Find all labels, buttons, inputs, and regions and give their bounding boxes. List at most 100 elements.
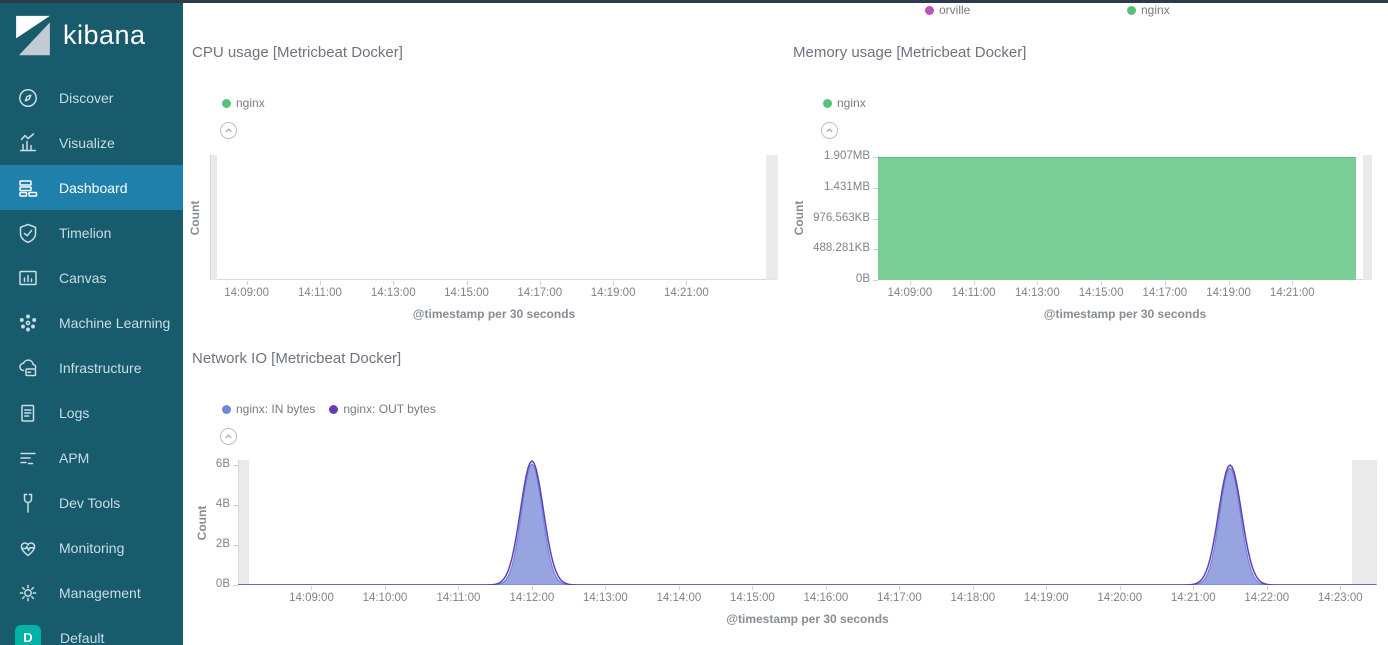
ml-dots-icon [16,311,40,335]
dashboard-icon [16,176,40,200]
x-tick-mark [393,281,394,285]
legend-item-nginx[interactable]: nginx [823,96,866,110]
x-tick-mark [1193,586,1194,590]
legend-item-nginx-out-bytes[interactable]: nginx: OUT bytes [329,402,435,416]
y-tick-mark [233,505,238,506]
x-tick-mark [686,281,687,285]
x-tick-label: 14:21:00 [1161,592,1225,606]
x-tick-label: 14:19:00 [1014,592,1078,606]
y-tick-mark [233,545,238,546]
x-tick-mark [1046,586,1047,590]
x-tick-mark [1037,281,1038,285]
y-tick-mark [233,585,238,586]
legend-label: nginx [837,96,866,110]
sidebar-item-visualize[interactable]: Visualize [0,120,183,165]
x-tick-mark [532,586,533,590]
legend-item-orville[interactable]: orville [925,3,970,17]
panel-title-network: Network IO [Metricbeat Docker] [192,350,401,367]
x-tick-label: 14:21:00 [654,287,718,301]
sidebar-item-dev-tools[interactable]: Dev Tools [0,480,183,525]
x-tick-mark [973,586,974,590]
legend-label: nginx: OUT bytes [343,402,435,416]
legend-item-nginx-in-bytes[interactable]: nginx: IN bytes [222,402,315,416]
sidebar-item-discover[interactable]: Discover [0,75,183,120]
sidebar-item-dashboard[interactable]: Dashboard [0,165,183,210]
x-tick-mark [752,586,753,590]
y-tick-label: 976.563KB [792,212,870,226]
x-tick-mark [320,281,321,285]
sidebar-item-label: Canvas [59,270,106,286]
legend-label: nginx [236,96,265,110]
y-axis-title: Count [195,473,213,573]
x-tick-mark [540,281,541,285]
sidebar-item-label: Monitoring [59,540,124,556]
x-tick-mark [910,281,911,285]
sidebar-item-machine-learning[interactable]: Machine Learning [0,300,183,345]
sidebar-item-monitoring[interactable]: Monitoring [0,525,183,570]
x-tick-label: 14:11:00 [426,592,490,606]
legend-dot [1127,6,1136,15]
x-tick-mark [467,281,468,285]
x-tick-label: 14:09:00 [215,287,279,301]
wrench-icon [16,491,40,515]
sidebar-item-infrastructure[interactable]: Infrastructure [0,345,183,390]
endzone [1363,155,1372,280]
x-tick-mark [1101,281,1102,285]
legend-dot [222,99,231,108]
sidebar-item-management[interactable]: Management [0,570,183,615]
x-tick-mark [311,586,312,590]
sidebar-item-label: Dev Tools [59,495,120,511]
x-tick-mark [385,586,386,590]
sidebar-item-canvas[interactable]: Canvas [0,255,183,300]
legend-item-nginx[interactable]: nginx [222,96,265,110]
legend-collapse-toggle[interactable] [220,428,237,445]
x-tick-label: 14:17:00 [508,287,572,301]
chevron-up-icon [223,125,234,136]
x-tick-label: 14:17:00 [867,592,931,606]
x-axis-title: @timestamp per 30 seconds [658,612,958,628]
x-tick-mark [1340,586,1341,590]
legend-label: nginx: IN bytes [236,402,315,416]
legend-dot [222,405,231,414]
sidebar-item-label: Timelion [59,225,111,241]
x-tick-mark [899,586,900,590]
legend-label: orville [939,3,970,17]
sidebar-item-timelion[interactable]: Timelion [0,210,183,255]
x-tick-mark [458,586,459,590]
chevron-up-icon [824,125,835,136]
x-tick-label: 14:15:00 [1069,287,1133,301]
x-tick-label: 14:16:00 [794,592,858,606]
legend-collapse-toggle[interactable] [821,122,838,139]
x-tick-mark [613,281,614,285]
y-tick-label: 1.907MB [792,150,870,164]
legend-item-nginx[interactable]: nginx [1127,3,1170,17]
cpu-plot[interactable] [210,155,778,280]
x-tick-label: 14:18:00 [941,592,1005,606]
sidebar-item-logs[interactable]: Logs [0,390,183,435]
sidebar-item-label: Dashboard [59,180,128,196]
x-tick-label: 14:19:00 [581,287,645,301]
legend-dot [329,405,338,414]
x-tick-mark [974,281,975,285]
endzone [766,155,778,280]
sidebar-item-apm[interactable]: APM [0,435,183,480]
x-axis-title: @timestamp per 30 seconds [975,307,1275,323]
sidebar-item-label: Machine Learning [59,315,170,331]
sidebar-item-default[interactable]: DDefault [0,615,183,645]
endzone [1352,460,1377,585]
heartbeat-icon [16,536,40,560]
y-tick-label: 0B [792,273,870,287]
endzone [211,155,217,280]
legend-collapse-toggle[interactable] [220,122,237,139]
kibana-logo[interactable]: kibana [12,13,146,58]
x-tick-mark [1120,586,1121,590]
legend-dot [823,99,832,108]
x-tick-label: 14:10:00 [353,592,417,606]
kibana-logo-icon [12,13,54,58]
y-tick-mark [233,465,238,466]
x-tick-mark [247,281,248,285]
sidebar-item-label: Logs [59,405,89,421]
network-plot[interactable] [238,460,1377,585]
legend-cpu: nginx [222,96,265,110]
legend-label: nginx [1141,3,1170,17]
